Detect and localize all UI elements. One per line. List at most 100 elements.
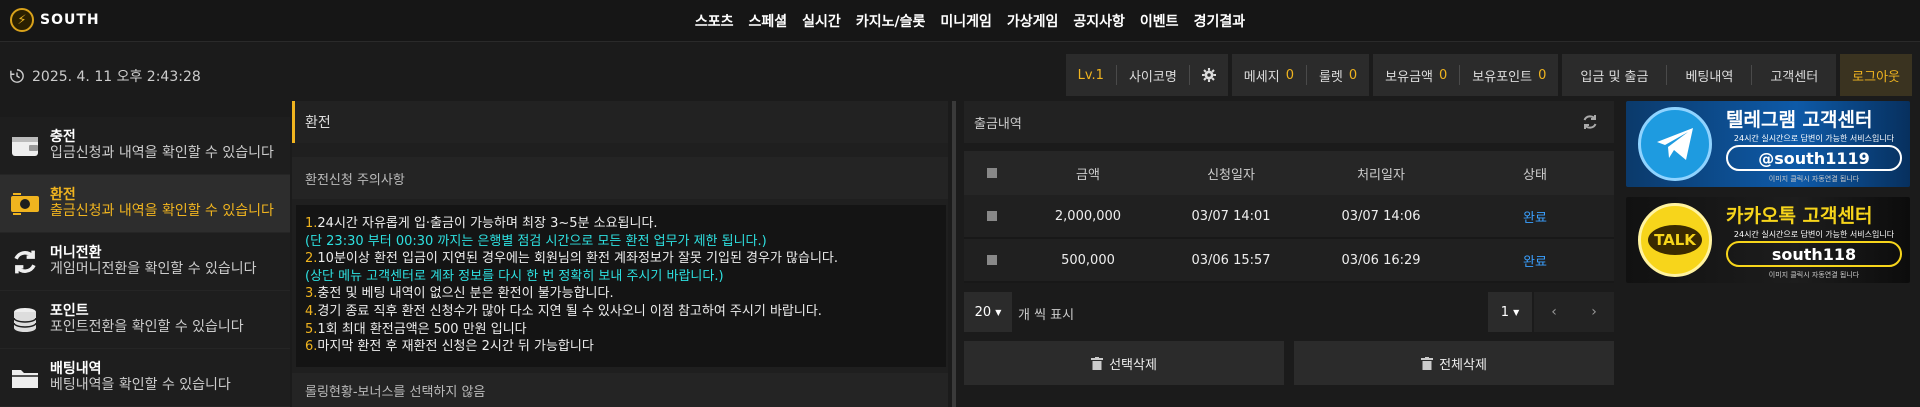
telegram-icon <box>1638 107 1712 181</box>
roulette-label: 룰렛 <box>1318 69 1343 85</box>
sidebar-item[interactable]: 배팅내역 베팅내역을 확인할 수 있습니다 <box>0 349 290 407</box>
sidebar-item-title: 머니전환 <box>50 245 102 261</box>
support-link[interactable]: 고객센터 <box>1752 54 1836 96</box>
delete-selected-button[interactable]: 선택삭제 <box>964 341 1284 385</box>
trash-icon <box>1421 356 1434 370</box>
history-clock-icon <box>10 69 24 83</box>
gear-icon <box>1201 68 1216 82</box>
bet-history-link[interactable]: 베팅내역 <box>1667 54 1751 96</box>
select-all-checkbox[interactable] <box>964 168 1020 178</box>
checkbox-icon <box>987 211 997 221</box>
caret-down-icon: ▼ <box>1513 307 1520 317</box>
point-balance: 보유포인트 0 <box>1460 54 1558 96</box>
roulette-button[interactable]: 룰렛 0 <box>1307 54 1369 96</box>
nav-item[interactable]: 가상게임 <box>1007 11 1059 31</box>
processed-cell: 03/06 16:29 <box>1341 252 1421 268</box>
main-menu: 스포츠 스페셜 실시간 카지노/슬롯 미니게임 가상게임 공지사항 이벤트 경기결과 <box>0 0 1920 42</box>
sidebar-item[interactable]: 포인트 포인트전환을 확인할 수 있습니다 <box>0 291 290 349</box>
amount-cell: 2,000,000 <box>1054 208 1122 224</box>
user-level: Lv.1 <box>1077 67 1104 83</box>
notice-text: 24시간 자유롭게 입·출금이 가능하며 최장 3~5분 소요됩니다. <box>317 216 658 231</box>
prev-page-button[interactable]: ‹ <box>1534 292 1574 332</box>
refresh-icon[interactable] <box>1582 114 1598 130</box>
sidebar-item[interactable]: 머니전환 게임머니전환을 확인할 수 있습니다 <box>0 233 290 291</box>
exchange-panel: 환전 환전신청 주의사항 1.24시간 자유롭게 입·출금이 가능하며 최장 3… <box>292 101 948 407</box>
sidebar-item-title: 배팅내역 <box>50 361 102 377</box>
checkbox-icon <box>987 168 997 178</box>
table-row: 2,000,000 03/07 14:01 03/07 14:06 완료 <box>964 195 1614 239</box>
column-header: 처리일자 <box>1357 167 1405 183</box>
notice-line: 3.충전 및 베팅 내역이 없으신 분은 환전이 불가능합니다. <box>305 285 937 303</box>
talk-badge: TALK <box>1648 225 1702 255</box>
per-page-label: 개 씩 표시 <box>1018 308 1075 323</box>
nav-item[interactable]: 이벤트 <box>1140 11 1179 31</box>
processed-cell: 03/07 14:06 <box>1341 208 1421 224</box>
checkbox-icon <box>987 255 997 265</box>
table-header-row: 금액 신청일자 처리일자 상태 <box>964 151 1614 195</box>
user-hud: Lv.1 사이코명 메세지 0 룰렛 0 보유금액 0 보유포인트 0 입금 및 출금 … <box>1065 54 1912 96</box>
notice-text: 마지막 환전 후 재환전 신청은 2시간 뒤 가능합니다 <box>317 339 594 355</box>
sidebar-item-desc: 입금신청과 내역을 확인할 수 있습니다 <box>50 145 274 161</box>
nav-item[interactable]: 스포츠 <box>695 11 734 31</box>
sidebar-item[interactable]: 환전 출금신청과 내역을 확인할 수 있습니다 <box>0 175 290 233</box>
row-checkbox[interactable] <box>964 255 1020 265</box>
page-select[interactable]: 1 ▼ <box>1488 292 1532 332</box>
history-title: 출금내역 <box>974 116 1022 132</box>
column-header: 신청일자 <box>1207 167 1255 183</box>
requested-cell: 03/06 15:57 <box>1191 252 1271 268</box>
notice-line: 4.경기 종료 직후 환전 신청수가 많아 다소 지연 될 수 있사오니 이점 … <box>305 303 937 321</box>
delete-actions: 선택삭제 전체삭제 <box>964 341 1614 385</box>
logout-button[interactable]: 로그아웃 <box>1840 54 1912 96</box>
delete-all-button[interactable]: 전체삭제 <box>1294 341 1614 385</box>
messages-button[interactable]: 메세지 0 <box>1232 54 1306 96</box>
info-bar: 2025. 4. 11 오후 2:43:28 Lv.1 사이코명 메세지 0 룰렛… <box>0 52 1920 98</box>
chevron-left-icon: ‹ <box>1551 304 1557 320</box>
sidebar-item-desc: 출금신청과 내역을 확인할 수 있습니다 <box>50 203 274 219</box>
nav-item[interactable]: 경기결과 <box>1194 11 1246 31</box>
column-header: 상태 <box>1523 167 1547 183</box>
kakaotalk-subtext: 24시간 실시간으로 답변이 가능한 서비스입니다 <box>1733 230 1895 239</box>
nav-item[interactable]: 스페셜 <box>749 11 788 31</box>
notice-number: 6. <box>305 339 318 355</box>
telegram-heading: 텔레그램 고객센터 <box>1726 109 1873 131</box>
per-page-select[interactable]: 20 ▼ <box>964 292 1012 332</box>
money-value: 0 <box>1439 67 1448 83</box>
row-checkbox[interactable] <box>964 211 1020 221</box>
settings-button[interactable] <box>1190 54 1228 96</box>
account-links-group: 입금 및 출금 베팅내역 고객센터 <box>1562 54 1837 96</box>
notice-box: 1.24시간 자유롭게 입·출금이 가능하며 최장 3~5분 소요됩니다. (단 … <box>296 205 946 367</box>
money-label: 보유금액 <box>1385 69 1434 85</box>
sidebar-item-title: 포인트 <box>50 303 89 319</box>
rolling-status-header: 롤링현황-보너스를 선택하지 않음 <box>292 373 948 407</box>
delete-selected-label: 선택삭제 <box>1109 357 1157 373</box>
nav-item[interactable]: 미니게임 <box>940 11 992 31</box>
money-exchange-icon <box>10 189 40 219</box>
money-balance: 보유금액 0 <box>1373 54 1459 96</box>
nav-item[interactable]: 공지사항 <box>1073 11 1125 31</box>
notice-header: 환전신청 주의사항 <box>292 157 948 199</box>
sidebar-item[interactable]: 충전 입금신청과 내역을 확인할 수 있습니다 <box>0 117 290 175</box>
messages-label: 메세지 <box>1243 69 1280 85</box>
folder-icon <box>10 363 40 393</box>
panel-divider <box>952 101 956 407</box>
notice-number: 4. <box>305 303 318 319</box>
nav-item[interactable]: 카지노/슬롯 <box>856 11 926 31</box>
caret-down-icon: ▼ <box>995 307 1002 317</box>
nav-item[interactable]: 실시간 <box>802 11 841 31</box>
next-page-button[interactable]: › <box>1574 292 1614 332</box>
telegram-banner[interactable]: 텔레그램 고객센터 24시간 실시간으로 답변이 가능한 서비스입니다 @sou… <box>1626 101 1910 187</box>
notice-number: 3. <box>305 286 318 302</box>
history-table: 금액 신청일자 처리일자 상태 2,000,000 03/07 14:01 03… <box>964 151 1614 283</box>
kakaotalk-banner[interactable]: TALK 카카오톡 고객센터 24시간 실시간으로 답변이 가능한 서비스입니다… <box>1626 197 1910 283</box>
kakaotalk-id: south118 <box>1726 241 1902 267</box>
clock: 2025. 4. 11 오후 2:43:28 <box>10 66 201 86</box>
table-row: 500,000 03/06 15:57 03/06 16:29 완료 <box>964 239 1614 283</box>
notice-number: 1. <box>305 216 318 231</box>
kakaotalk-heading: 카카오톡 고객센터 <box>1726 205 1873 227</box>
chevron-right-icon: › <box>1591 304 1597 320</box>
sidebar-item-desc: 포인트전환을 확인할 수 있습니다 <box>50 319 244 335</box>
sidebar-item-desc: 베팅내역을 확인할 수 있습니다 <box>50 377 231 393</box>
notice-note: (상단 메뉴 고객센터로 계좌 정보를 다시 한 번 정확히 보내 주시기 바랍… <box>305 268 724 284</box>
withdraw-history-panel: 출금내역 금액 신청일자 처리일자 상태 2,000,000 03/07 14:… <box>964 101 1614 407</box>
deposit-withdraw-link[interactable]: 입금 및 출금 <box>1562 54 1666 96</box>
